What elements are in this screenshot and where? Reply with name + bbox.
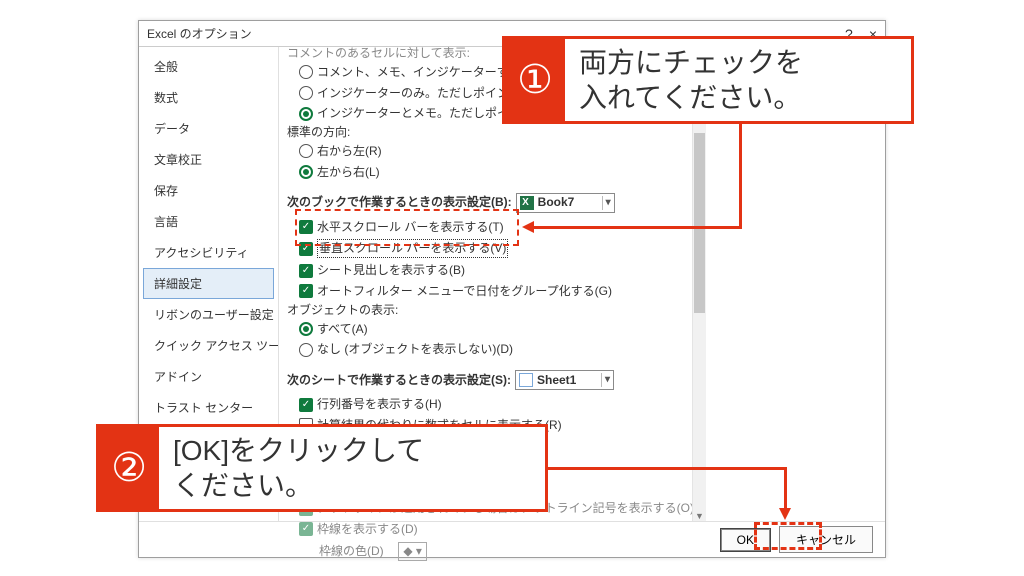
annotation-arrow-2b [784, 467, 787, 511]
sidebar-item-general[interactable]: 全般 [143, 51, 274, 82]
label-ltr: 左から右(L) [317, 164, 380, 181]
direction-header: 標準の方向: [287, 124, 694, 141]
sidebar-item-accessibility[interactable]: アクセシビリティ [143, 237, 274, 268]
annotation-text-2: [OK]をクリックして ください。 [159, 427, 438, 509]
radio-comment-both[interactable] [299, 107, 313, 121]
annotation-arrow-2a [548, 467, 786, 470]
annotation-number-1: ① [505, 39, 565, 121]
sheet-icon [519, 373, 533, 387]
gridcolor-picker[interactable]: ◆ ▾ [398, 542, 427, 561]
label-rowcol: 行列番号を表示する(H) [317, 396, 442, 413]
radio-rtl[interactable] [299, 144, 313, 158]
annotation-text-1: 両方にチェックを 入れてください。 [565, 39, 817, 121]
annotation-arrow-1a [739, 114, 742, 228]
label-obj-none: なし (オブジェクトを表示しない)(D) [317, 341, 513, 358]
radio-ltr[interactable] [299, 165, 313, 179]
sidebar-item-addins[interactable]: アドイン [143, 361, 274, 392]
label-rtl: 右から左(R) [317, 143, 382, 160]
chk-sheettabs[interactable] [299, 264, 313, 278]
annotation-arrowhead-2 [779, 508, 791, 520]
radio-comment-none[interactable] [299, 65, 313, 79]
annotation-arrowhead-1 [522, 221, 534, 233]
radio-obj-all[interactable] [299, 322, 313, 336]
scroll-thumb[interactable] [694, 133, 705, 313]
label-obj-all: すべて(A) [317, 321, 368, 338]
sidebar-item-ribbon[interactable]: リボンのユーザー設定 [143, 299, 274, 330]
sidebar-item-advanced[interactable]: 詳細設定 [143, 268, 274, 299]
excel-icon [520, 196, 534, 210]
annotation-callout-1: ① 両方にチェックを 入れてください。 [502, 36, 914, 124]
sheet-combo[interactable]: Sheet1 ▾ [515, 370, 614, 390]
sidebar-item-language[interactable]: 言語 [143, 206, 274, 237]
sidebar-item-proofing[interactable]: 文章校正 [143, 144, 274, 175]
sidebar-item-formulas[interactable]: 数式 [143, 82, 274, 113]
label-gridlines: 枠線を表示する(D) [317, 521, 418, 538]
chk-rowcol[interactable] [299, 398, 313, 412]
annotation-highlight-checkboxes [295, 209, 519, 246]
label-gridcolor: 枠線の色(D) [319, 543, 384, 560]
annotation-number-2: ② [99, 427, 159, 509]
sidebar-item-data[interactable]: データ [143, 113, 274, 144]
chk-gridlines[interactable] [299, 522, 313, 536]
workbook-combo[interactable]: Book7 ▾ [516, 193, 615, 213]
annotation-arrow-1b [528, 226, 742, 229]
annotation-callout-2: ② [OK]をクリックして ください。 [96, 424, 548, 512]
label-sheettabs: シート見出しを表示する(B) [317, 262, 465, 279]
sidebar-item-save[interactable]: 保存 [143, 175, 274, 206]
objects-header: オブジェクトの表示: [287, 302, 694, 319]
workbook-name: Book7 [538, 194, 598, 211]
radio-comment-indicator[interactable] [299, 86, 313, 100]
sheet-section-label: 次のシートで作業するときの表示設定(S): [287, 372, 511, 389]
annotation-highlight-ok [754, 522, 822, 550]
chevron-down-icon: ▾ [601, 373, 610, 387]
radio-obj-none[interactable] [299, 343, 313, 357]
chevron-down-icon: ▾ [602, 196, 611, 210]
dialog-title: Excel のオプション [147, 21, 252, 47]
label-autofilter: オートフィルター メニューで日付をグループ化する(G) [317, 283, 612, 300]
sheet-name: Sheet1 [537, 372, 597, 389]
chk-autofilter[interactable] [299, 284, 313, 298]
sidebar-item-qat[interactable]: クイック アクセス ツール バー [143, 330, 274, 361]
sidebar-item-trust[interactable]: トラスト センター [143, 392, 274, 423]
